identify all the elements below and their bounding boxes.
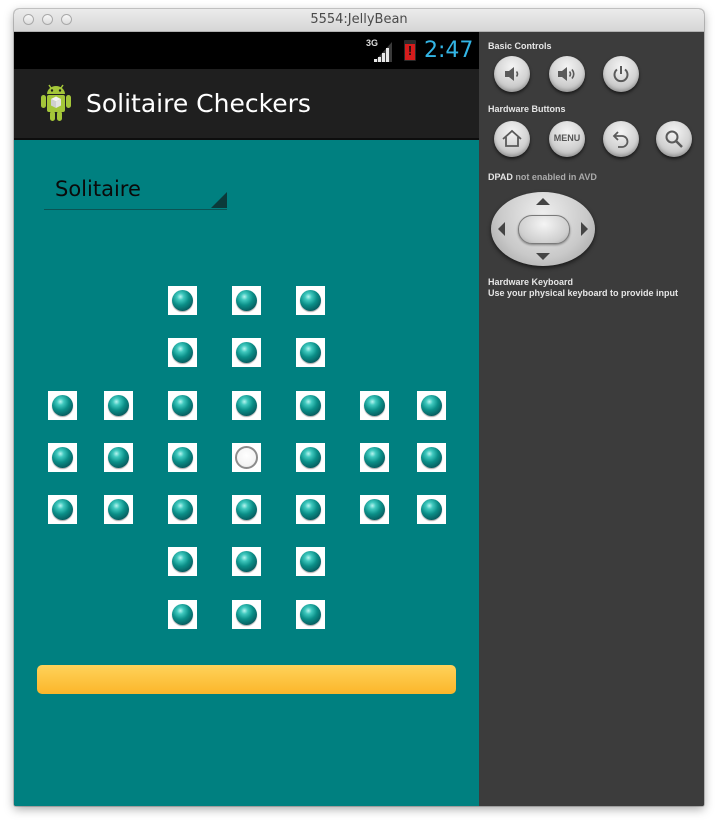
peg-marble-icon [236, 604, 257, 625]
board-cell-peg[interactable] [232, 495, 261, 524]
peg-marble-icon [172, 290, 193, 311]
dpad-up-arrow-icon[interactable] [536, 198, 550, 205]
back-icon [612, 131, 629, 148]
board-cell-peg[interactable] [232, 338, 261, 367]
phone-screen: 3G ! 2:47 Solitaire Checkers Solitaire [14, 32, 479, 806]
peg-marble-icon [172, 551, 193, 572]
peg-marble-icon [300, 342, 321, 363]
menu-button-label: MENU [553, 133, 581, 143]
peg-marble-icon [421, 499, 442, 520]
board-cell-empty[interactable] [232, 443, 261, 472]
basic-controls-label: Basic Controls [488, 41, 552, 51]
peg-marble-icon [172, 447, 193, 468]
peg-marble-icon [364, 499, 385, 520]
search-icon [665, 130, 683, 148]
home-icon [502, 129, 522, 147]
dpad-left-arrow-icon[interactable] [498, 222, 505, 236]
peg-marble-icon [421, 447, 442, 468]
back-button[interactable] [603, 121, 639, 157]
board-cell-peg[interactable] [232, 391, 261, 420]
board-cell-peg[interactable] [417, 391, 446, 420]
emulator-window: 5554:JellyBean 3G ! 2:47 Solitaire Check… [14, 9, 704, 806]
board-cell-peg[interactable] [296, 338, 325, 367]
peg-marble-icon [172, 604, 193, 625]
board-cell-peg[interactable] [232, 547, 261, 576]
board-cell-peg[interactable] [360, 391, 389, 420]
dpad-right-arrow-icon[interactable] [581, 222, 588, 236]
peg-marble-icon [52, 447, 73, 468]
board-cell-peg[interactable] [296, 547, 325, 576]
empty-hole-icon [235, 446, 258, 469]
peg-marble-icon [300, 290, 321, 311]
hardware-keyboard-label: Hardware Keyboard [488, 277, 574, 287]
peg-marble-icon [52, 395, 73, 416]
peg-marble-icon [172, 395, 193, 416]
window-titlebar: 5554:JellyBean [14, 9, 704, 32]
board-cell-peg[interactable] [104, 443, 133, 472]
dpad-title: DPAD [488, 172, 513, 182]
board-cell-peg[interactable] [48, 443, 77, 472]
window-title: 5554:JellyBean [310, 12, 408, 27]
volume-down-icon [505, 67, 519, 81]
dpad-label: DPAD not enabled in AVD [488, 172, 597, 182]
peg-marble-icon [172, 342, 193, 363]
volume-up-button[interactable] [549, 56, 585, 92]
peg-marble-icon [300, 447, 321, 468]
board-cell-peg[interactable] [48, 495, 77, 524]
home-button[interactable] [494, 121, 530, 157]
board-cell-peg[interactable] [168, 391, 197, 420]
board-cell-peg[interactable] [168, 443, 197, 472]
peg-marble-icon [364, 395, 385, 416]
board-cell-peg[interactable] [168, 286, 197, 315]
peg-marble-icon [236, 551, 257, 572]
peg-marble-icon [421, 395, 442, 416]
hardware-keyboard-note: Use your physical keyboard to provide in… [488, 288, 679, 298]
board-cell-peg[interactable] [296, 391, 325, 420]
board-cell-peg[interactable] [168, 495, 197, 524]
peg-marble-icon [300, 395, 321, 416]
board-cell-peg[interactable] [168, 547, 197, 576]
peg-marble-icon [300, 604, 321, 625]
board-cell-peg[interactable] [296, 495, 325, 524]
board-cell-peg[interactable] [417, 495, 446, 524]
dpad-down-arrow-icon[interactable] [536, 253, 550, 260]
menu-button[interactable]: MENU [549, 121, 585, 157]
hardware-buttons-label: Hardware Buttons [488, 104, 566, 114]
peg-marble-icon [300, 551, 321, 572]
board-cell-peg[interactable] [232, 600, 261, 629]
board-cell-peg[interactable] [104, 391, 133, 420]
peg-marble-icon [172, 499, 193, 520]
board-cell-peg[interactable] [360, 495, 389, 524]
board-cell-peg[interactable] [296, 443, 325, 472]
search-button[interactable] [656, 121, 692, 157]
board-cell-peg[interactable] [296, 600, 325, 629]
board-cell-peg[interactable] [104, 495, 133, 524]
peg-marble-icon [236, 499, 257, 520]
peg-marble-icon [108, 395, 129, 416]
board-cell-peg[interactable] [168, 338, 197, 367]
board-cell-peg[interactable] [48, 391, 77, 420]
peg-marble-icon [236, 342, 257, 363]
peg-marble-icon [108, 499, 129, 520]
power-icon [613, 66, 629, 83]
peg-marble-icon [300, 499, 321, 520]
peg-marble-icon [236, 290, 257, 311]
volume-down-button[interactable] [494, 56, 530, 92]
volume-up-icon [558, 67, 575, 81]
peg-marble-icon [236, 395, 257, 416]
dpad-note: not enabled in AVD [515, 172, 597, 182]
peg-marble-icon [108, 447, 129, 468]
game-action-button[interactable] [37, 665, 456, 694]
power-button[interactable] [603, 56, 639, 92]
dpad[interactable] [491, 192, 595, 266]
peg-marble-icon [364, 447, 385, 468]
board-cell-peg[interactable] [360, 443, 389, 472]
board-cell-peg[interactable] [168, 600, 197, 629]
peg-marble-icon [52, 499, 73, 520]
board-cell-peg[interactable] [232, 286, 261, 315]
dpad-center-button[interactable] [518, 215, 570, 244]
board-cell-peg[interactable] [296, 286, 325, 315]
board-cell-peg[interactable] [417, 443, 446, 472]
emulator-controls-panel: Basic Controls Hardware Buttons MENU DPA… [479, 32, 704, 806]
